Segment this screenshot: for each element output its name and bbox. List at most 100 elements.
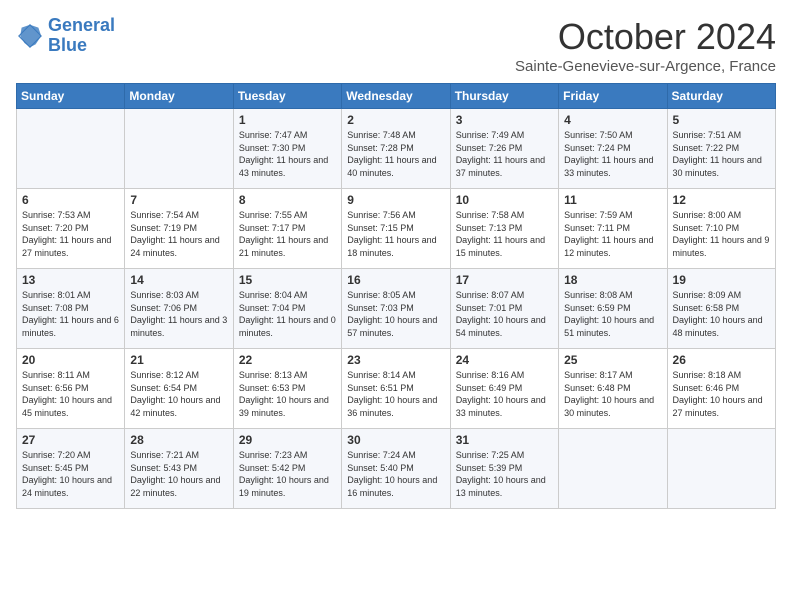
day-number: 17 [456,273,553,287]
day-number: 6 [22,193,119,207]
cell-info: Sunrise: 7:47 AM Sunset: 7:30 PM Dayligh… [239,129,336,179]
header-day-sunday: Sunday [17,84,125,109]
cell-info: Sunrise: 8:03 AM Sunset: 7:06 PM Dayligh… [130,289,227,339]
calendar-cell: 29 Sunrise: 7:23 AM Sunset: 5:42 PM Dayli… [233,429,341,509]
calendar-cell: 10 Sunrise: 7:58 AM Sunset: 7:13 PM Dayli… [450,189,558,269]
cell-info: Sunrise: 8:01 AM Sunset: 7:08 PM Dayligh… [22,289,119,339]
calendar-cell: 7 Sunrise: 7:54 AM Sunset: 7:19 PM Daylig… [125,189,233,269]
header-day-monday: Monday [125,84,233,109]
day-number: 24 [456,353,553,367]
cell-info: Sunrise: 7:50 AM Sunset: 7:24 PM Dayligh… [564,129,661,179]
header-day-tuesday: Tuesday [233,84,341,109]
calendar-cell: 25 Sunrise: 8:17 AM Sunset: 6:48 PM Dayli… [559,349,667,429]
header-day-wednesday: Wednesday [342,84,450,109]
calendar-cell: 12 Sunrise: 8:00 AM Sunset: 7:10 PM Dayli… [667,189,775,269]
day-number: 9 [347,193,444,207]
logo-icon [16,22,44,50]
day-number: 30 [347,433,444,447]
day-number: 13 [22,273,119,287]
calendar-cell: 17 Sunrise: 8:07 AM Sunset: 7:01 PM Dayli… [450,269,558,349]
calendar-cell: 2 Sunrise: 7:48 AM Sunset: 7:28 PM Daylig… [342,109,450,189]
cell-info: Sunrise: 7:25 AM Sunset: 5:39 PM Dayligh… [456,449,553,499]
calendar-cell: 23Sunrise: 8:14 AM Sunset: 6:51 PM Dayli… [342,349,450,429]
cell-info: Sunrise: 8:17 AM Sunset: 6:48 PM Dayligh… [564,369,661,419]
cell-info: Sunrise: 7:51 AM Sunset: 7:22 PM Dayligh… [673,129,770,179]
page-header: General Blue October 2024 Sainte-Genevie… [16,16,776,75]
day-number: 5 [673,113,770,127]
calendar-week-row: 1 Sunrise: 7:47 AM Sunset: 7:30 PM Daylig… [17,109,776,189]
cell-info: Sunrise: 8:09 AM Sunset: 6:58 PM Dayligh… [673,289,770,339]
day-number: 1 [239,113,336,127]
calendar-cell [667,429,775,509]
day-number: 31 [456,433,553,447]
cell-info: Sunrise: 8:16 AM Sunset: 6:49 PM Dayligh… [456,369,553,419]
day-number: 12 [673,193,770,207]
day-number: 27 [22,433,119,447]
day-number: 7 [130,193,227,207]
location-title: Sainte-Genevieve-sur-Argence, France [515,58,776,75]
calendar-week-row: 27Sunrise: 7:20 AM Sunset: 5:45 PM Dayli… [17,429,776,509]
header-day-thursday: Thursday [450,84,558,109]
day-number: 3 [456,113,553,127]
cell-info: Sunrise: 8:04 AM Sunset: 7:04 PM Dayligh… [239,289,336,339]
cell-info: Sunrise: 7:24 AM Sunset: 5:40 PM Dayligh… [347,449,444,499]
cell-info: Sunrise: 8:00 AM Sunset: 7:10 PM Dayligh… [673,209,770,259]
day-number: 8 [239,193,336,207]
day-number: 25 [564,353,661,367]
calendar-cell: 13 Sunrise: 8:01 AM Sunset: 7:08 PM Dayli… [17,269,125,349]
calendar-cell: 8 Sunrise: 7:55 AM Sunset: 7:17 PM Daylig… [233,189,341,269]
calendar-cell: 22 Sunrise: 8:13 AM Sunset: 6:53 PM Dayli… [233,349,341,429]
calendar-week-row: 20 Sunrise: 8:11 AM Sunset: 6:56 PM Dayli… [17,349,776,429]
calendar-cell: 27Sunrise: 7:20 AM Sunset: 5:45 PM Dayli… [17,429,125,509]
calendar-cell: 15 Sunrise: 8:04 AM Sunset: 7:04 PM Dayli… [233,269,341,349]
calendar-cell [17,109,125,189]
cell-info: Sunrise: 7:49 AM Sunset: 7:26 PM Dayligh… [456,129,553,179]
calendar-cell: 26Sunrise: 8:18 AM Sunset: 6:46 PM Dayli… [667,349,775,429]
day-number: 20 [22,353,119,367]
cell-info: Sunrise: 8:13 AM Sunset: 6:53 PM Dayligh… [239,369,336,419]
calendar-cell [125,109,233,189]
calendar-week-row: 6Sunrise: 7:53 AM Sunset: 7:20 PM Daylig… [17,189,776,269]
calendar-week-row: 13 Sunrise: 8:01 AM Sunset: 7:08 PM Dayli… [17,269,776,349]
calendar-cell [559,429,667,509]
cell-info: Sunrise: 7:55 AM Sunset: 7:17 PM Dayligh… [239,209,336,259]
cell-info: Sunrise: 8:12 AM Sunset: 6:54 PM Dayligh… [130,369,227,419]
calendar-cell: 9 Sunrise: 7:56 AM Sunset: 7:15 PM Daylig… [342,189,450,269]
calendar-cell: 28Sunrise: 7:21 AM Sunset: 5:43 PM Dayli… [125,429,233,509]
calendar-cell: 20 Sunrise: 8:11 AM Sunset: 6:56 PM Dayli… [17,349,125,429]
cell-info: Sunrise: 7:23 AM Sunset: 5:42 PM Dayligh… [239,449,336,499]
cell-info: Sunrise: 8:07 AM Sunset: 7:01 PM Dayligh… [456,289,553,339]
day-number: 10 [456,193,553,207]
cell-info: Sunrise: 7:54 AM Sunset: 7:19 PM Dayligh… [130,209,227,259]
cell-info: Sunrise: 8:08 AM Sunset: 6:59 PM Dayligh… [564,289,661,339]
calendar-cell: 19 Sunrise: 8:09 AM Sunset: 6:58 PM Dayli… [667,269,775,349]
calendar-table: SundayMondayTuesdayWednesdayThursdayFrid… [16,83,776,509]
cell-info: Sunrise: 7:48 AM Sunset: 7:28 PM Dayligh… [347,129,444,179]
calendar-cell: 16Sunrise: 8:05 AM Sunset: 7:03 PM Dayli… [342,269,450,349]
calendar-header-row: SundayMondayTuesdayWednesdayThursdayFrid… [17,84,776,109]
logo: General Blue [16,16,115,56]
logo-text: General Blue [48,16,115,56]
cell-info: Sunrise: 7:58 AM Sunset: 7:13 PM Dayligh… [456,209,553,259]
day-number: 15 [239,273,336,287]
calendar-cell: 14 Sunrise: 8:03 AM Sunset: 7:06 PM Dayli… [125,269,233,349]
day-number: 2 [347,113,444,127]
calendar-cell: 4 Sunrise: 7:50 AM Sunset: 7:24 PM Daylig… [559,109,667,189]
day-number: 14 [130,273,227,287]
cell-info: Sunrise: 7:56 AM Sunset: 7:15 PM Dayligh… [347,209,444,259]
calendar-cell: 31 Sunrise: 7:25 AM Sunset: 5:39 PM Dayli… [450,429,558,509]
cell-info: Sunrise: 7:21 AM Sunset: 5:43 PM Dayligh… [130,449,227,499]
day-number: 22 [239,353,336,367]
day-number: 29 [239,433,336,447]
day-number: 19 [673,273,770,287]
calendar-cell: 6Sunrise: 7:53 AM Sunset: 7:20 PM Daylig… [17,189,125,269]
day-number: 11 [564,193,661,207]
calendar-cell: 11Sunrise: 7:59 AM Sunset: 7:11 PM Dayli… [559,189,667,269]
header-day-saturday: Saturday [667,84,775,109]
day-number: 4 [564,113,661,127]
month-title: October 2024 [515,16,776,58]
day-number: 21 [130,353,227,367]
cell-info: Sunrise: 8:11 AM Sunset: 6:56 PM Dayligh… [22,369,119,419]
day-number: 16 [347,273,444,287]
day-number: 26 [673,353,770,367]
